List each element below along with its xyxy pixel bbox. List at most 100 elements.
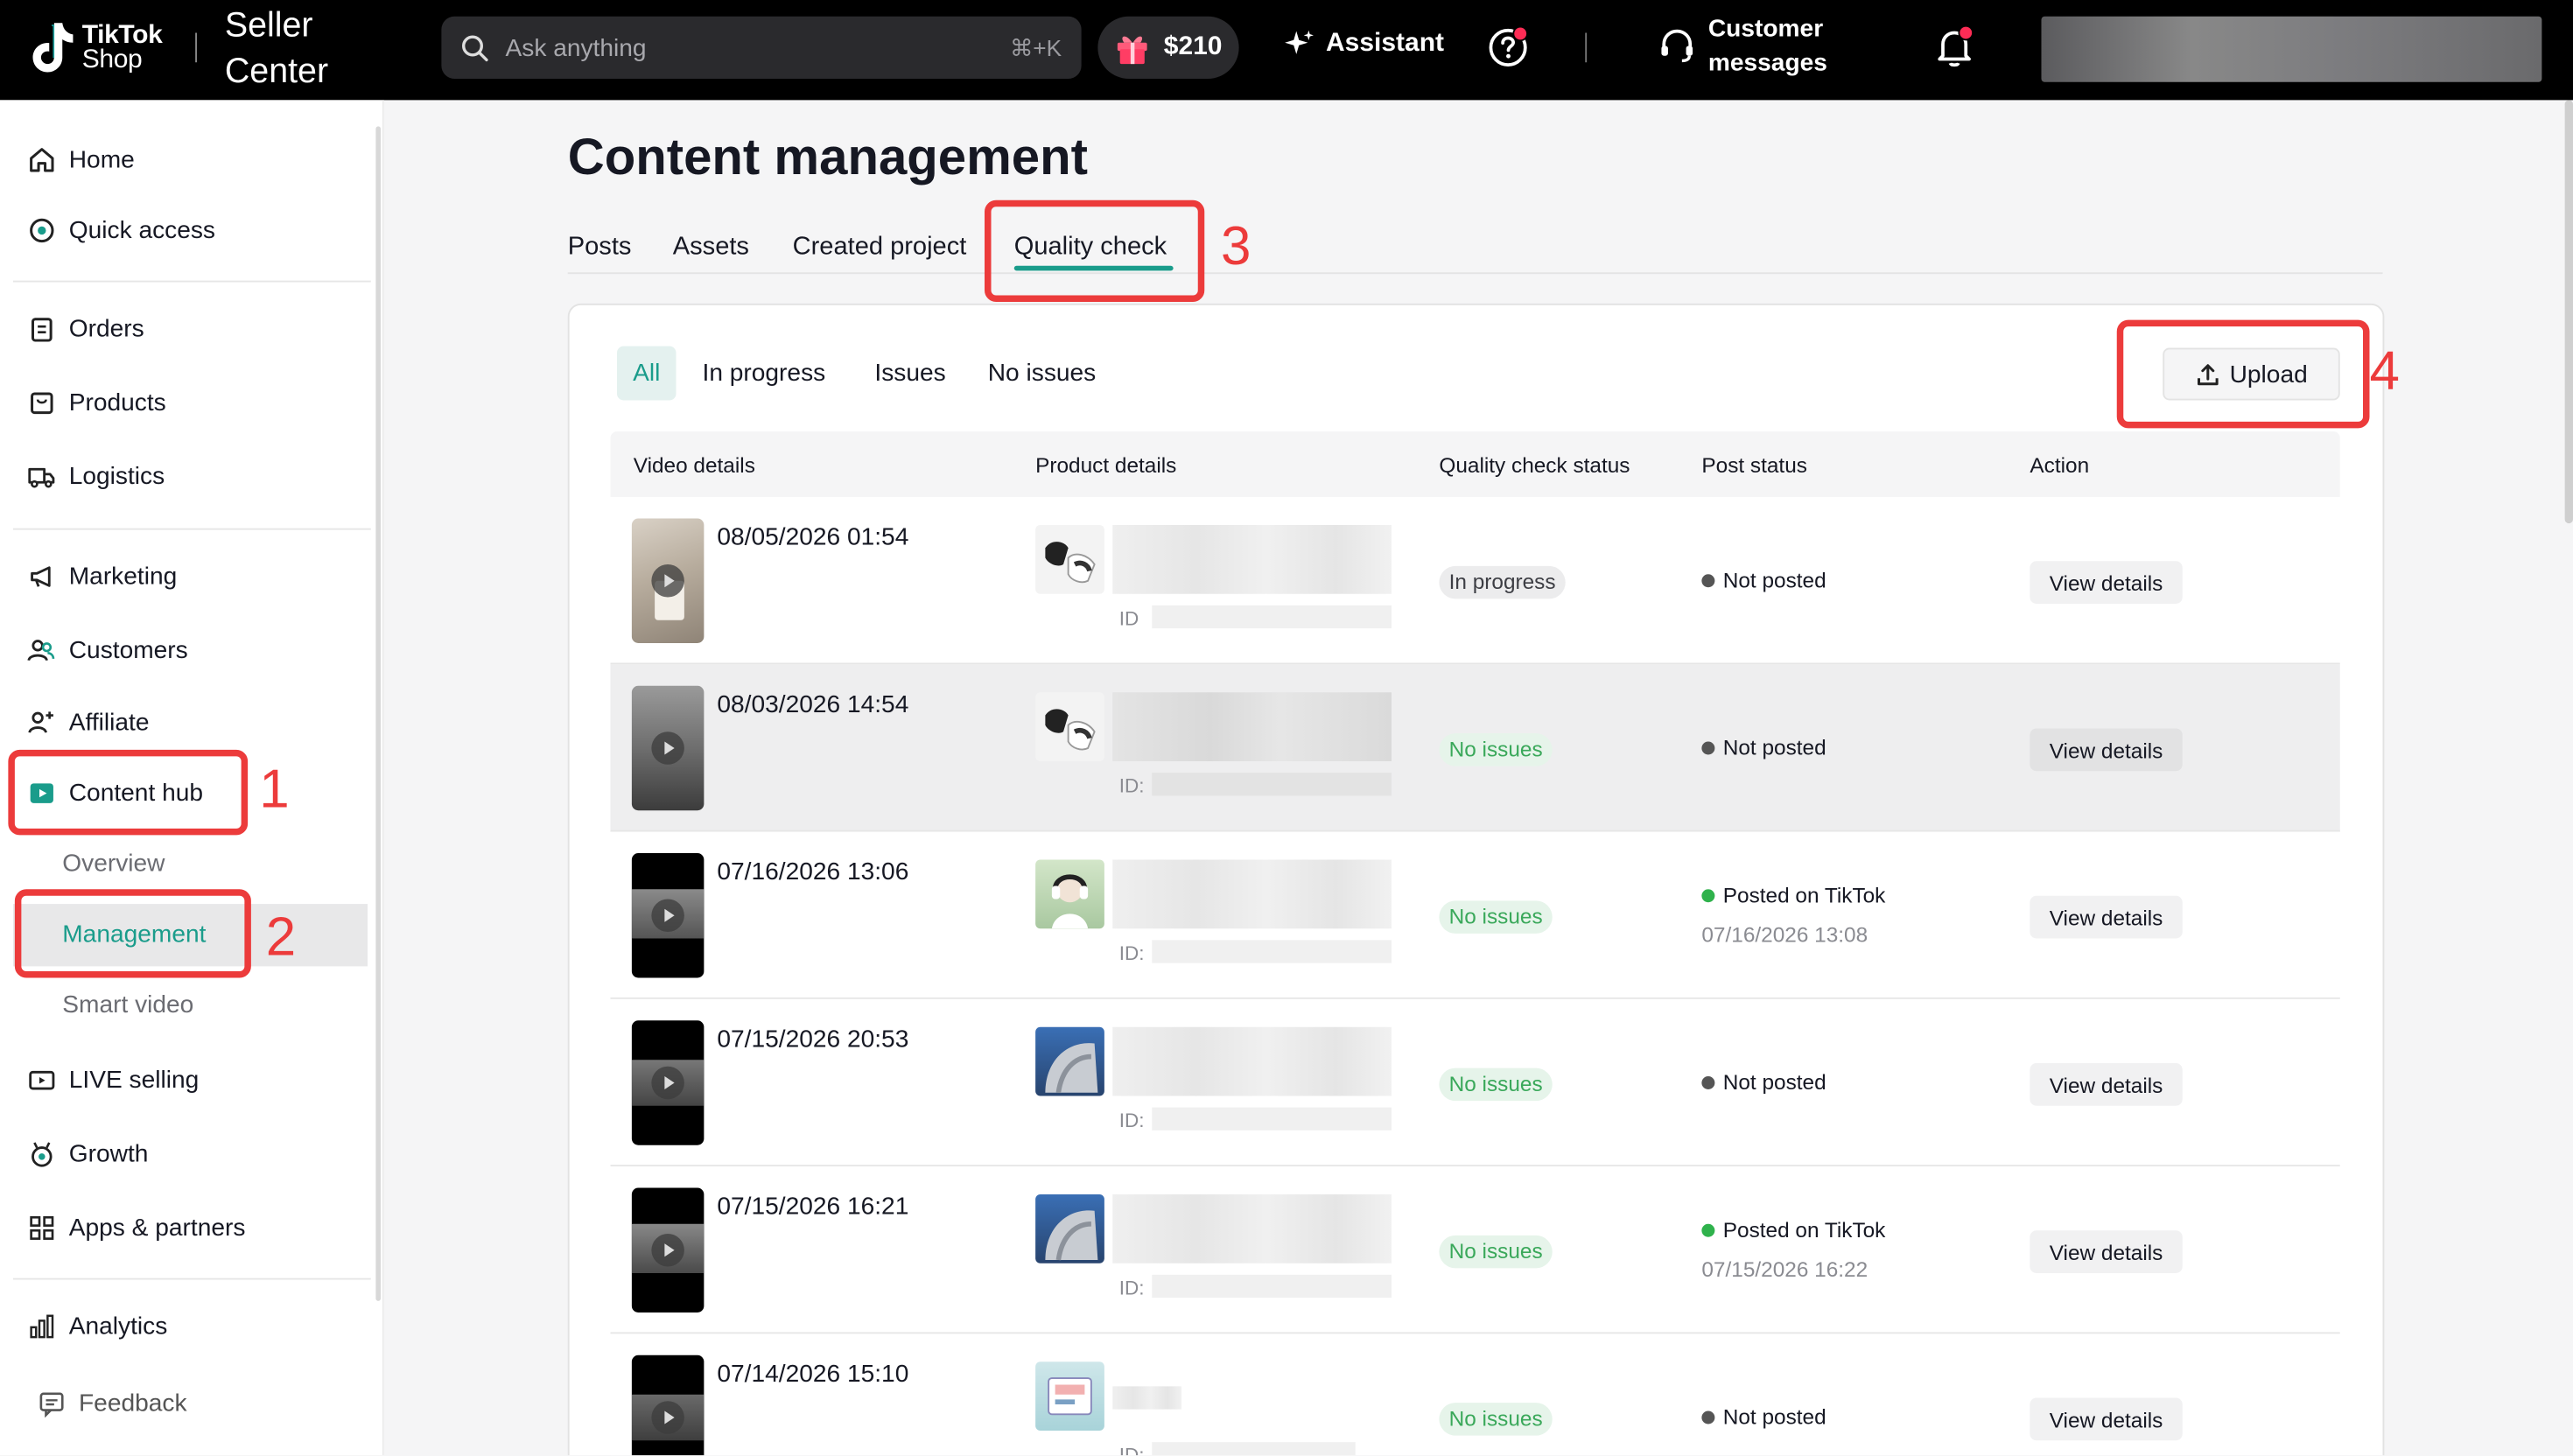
balance-button[interactable]: $210 <box>1097 16 1239 79</box>
sidebar-subitem-overview[interactable]: Overview <box>62 850 165 878</box>
gift-icon <box>1118 36 1148 65</box>
view-details-button[interactable]: View details <box>2030 1397 2183 1441</box>
video-date: 07/14/2026 15:10 <box>717 1360 909 1389</box>
analytics-icon <box>26 1311 56 1340</box>
play-icon <box>651 564 684 598</box>
play-icon <box>651 732 684 765</box>
seller-center-title: Seller Center <box>224 6 329 91</box>
table-row[interactable]: 07/15/2026 20:53 ID: No issues Not poste… <box>610 998 2340 1167</box>
filter-in-progress[interactable]: In progress <box>703 346 826 401</box>
table-row[interactable]: 07/14/2026 15:10 ID: No issues Not poste… <box>610 1334 2340 1456</box>
column-header-post-status: Post status <box>1701 452 1807 478</box>
view-details-button[interactable]: View details <box>2030 561 2183 604</box>
product-image <box>1035 1026 1104 1096</box>
table-row[interactable]: 08/05/2026 01:54 ID In progress Not post… <box>610 497 2340 665</box>
video-date: 08/03/2026 14:54 <box>717 690 909 719</box>
table-row[interactable]: 07/15/2026 16:21 ID: No issues Posted on… <box>610 1166 2340 1334</box>
video-thumbnail[interactable] <box>631 1020 705 1145</box>
sidebar-item-marketing[interactable]: Marketing <box>26 558 177 594</box>
filter-all[interactable]: All <box>617 346 677 401</box>
table-row[interactable]: 08/03/2026 14:54 ID: No issues Not poste… <box>610 664 2340 832</box>
sidebar-item-analytics[interactable]: Analytics <box>26 1307 167 1343</box>
video-thumbnail[interactable] <box>631 853 705 978</box>
sidebar-item-products[interactable]: Products <box>26 384 166 420</box>
status-dot <box>1701 740 1715 754</box>
sidebar-subitem-smart-video[interactable]: Smart video <box>62 991 193 1019</box>
sidebar-item-orders[interactable]: Orders <box>26 310 144 346</box>
product-id-label: ID: <box>1118 1276 1145 1299</box>
truck-icon <box>26 461 56 491</box>
sidebar-item-logistics[interactable]: Logistics <box>26 458 165 494</box>
video-thumbnail[interactable] <box>631 1187 705 1312</box>
status-badge: No issues <box>1439 1068 1553 1102</box>
sidebar-item-apps-partners[interactable]: Apps & partners <box>26 1209 245 1245</box>
product-image <box>1035 1362 1104 1431</box>
product-name-blurred <box>1112 692 1392 761</box>
view-details-button[interactable]: View details <box>2030 1230 2183 1273</box>
video-date: 07/15/2026 20:53 <box>717 1025 909 1054</box>
sidebar-item-growth[interactable]: Growth <box>26 1136 148 1172</box>
notification-bell-icon[interactable] <box>1933 24 1976 71</box>
clipboard-icon <box>26 313 56 343</box>
post-status: Not posted <box>1701 1404 1826 1429</box>
product-box-icon <box>26 388 56 417</box>
page-scrollbar[interactable] <box>2564 100 2573 524</box>
annotation-box-content-hub <box>8 749 249 836</box>
search-box[interactable]: ⌘+K <box>441 16 1082 79</box>
tab-created-project[interactable]: Created project <box>793 233 967 262</box>
status-badge: No issues <box>1439 733 1553 766</box>
sidebar-item-affiliate[interactable]: Affiliate <box>26 704 149 739</box>
tab-posts[interactable]: Posts <box>568 233 632 262</box>
video-thumbnail[interactable] <box>631 685 705 811</box>
post-status: Not posted <box>1701 568 1826 592</box>
product-id-label: ID: <box>1118 942 1145 965</box>
sidebar-item-quick-access[interactable]: Quick access <box>26 212 215 248</box>
product-name-blurred <box>1112 859 1392 929</box>
view-details-button[interactable]: View details <box>2030 1063 2183 1106</box>
tiktok-note-icon <box>32 23 74 73</box>
product-id-blurred <box>1152 1274 1392 1298</box>
sidebar-item-feedback[interactable]: Feedback <box>36 1385 187 1421</box>
growth-icon <box>26 1138 56 1168</box>
post-time: 07/16/2026 13:08 <box>1701 921 1868 947</box>
post-status: Not posted <box>1701 735 1826 760</box>
status-badge: In progress <box>1439 565 1566 599</box>
view-details-button[interactable]: View details <box>2030 728 2183 772</box>
sidebar-item-home[interactable]: Home <box>26 141 135 177</box>
video-thumbnail[interactable] <box>631 1354 705 1456</box>
top-bar: TikTok Shop Seller Center ⌘+K $210 Assis… <box>0 0 2573 101</box>
help-icon[interactable] <box>1487 26 1530 69</box>
customer-messages-label-1: Customer <box>1707 14 1824 43</box>
product-id-label: ID: <box>1118 1444 1145 1456</box>
table-row[interactable]: 07/16/2026 13:06 ID: No issues Posted on… <box>610 831 2340 999</box>
page-title: Content management <box>567 128 1088 186</box>
product-id-blurred <box>1152 605 1392 629</box>
tiktok-shop-logo[interactable]: TikTok Shop <box>26 18 163 78</box>
assistant-button[interactable]: Assistant <box>1283 28 1444 61</box>
post-status: Posted on TikTok <box>1701 1217 1885 1242</box>
sidebar-scrollbar[interactable] <box>375 126 381 1301</box>
annotation-box-quality-check <box>985 200 1205 302</box>
logo-text-shop: Shop <box>81 46 143 74</box>
sidebar-divider <box>13 280 371 283</box>
sidebar-item-customers[interactable]: Customers <box>26 632 188 668</box>
annotation-box-management <box>14 889 251 978</box>
status-dot <box>1701 888 1715 902</box>
sidebar-item-live-selling[interactable]: LIVE selling <box>26 1061 199 1097</box>
product-image <box>1035 859 1104 929</box>
customer-messages-button[interactable]: Customer messages <box>1658 11 1840 80</box>
filter-issues[interactable]: Issues <box>874 346 945 401</box>
product-name-blurred <box>1112 1026 1392 1096</box>
video-thumbnail[interactable] <box>631 518 705 643</box>
customers-icon <box>26 635 56 665</box>
annotation-number-3: 3 <box>1221 214 1251 276</box>
tab-assets[interactable]: Assets <box>673 233 749 262</box>
search-input[interactable] <box>505 33 982 62</box>
view-details-button[interactable]: View details <box>2030 895 2183 939</box>
app-root: TikTok Shop Seller Center ⌘+K $210 Assis… <box>0 0 2573 1456</box>
annotation-number-1: 1 <box>259 758 290 819</box>
video-date: 07/15/2026 16:21 <box>717 1193 909 1221</box>
filter-no-issues[interactable]: No issues <box>988 346 1096 401</box>
affiliate-icon <box>26 707 56 737</box>
account-profile-blurred[interactable] <box>2041 16 2542 82</box>
